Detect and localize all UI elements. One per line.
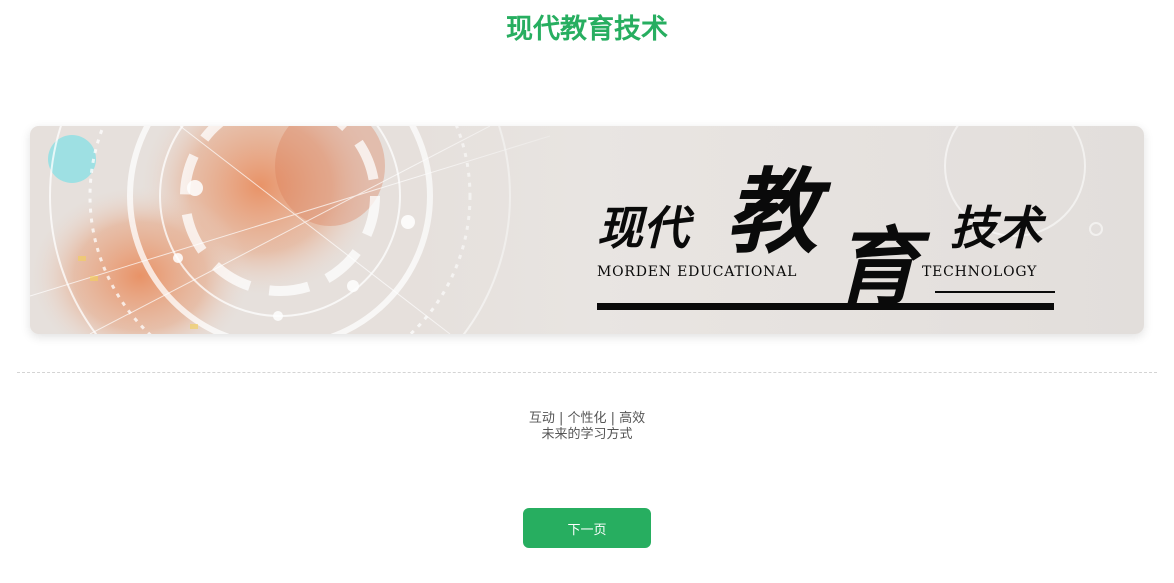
banner-subtitle-right: TECHNOLOGY	[922, 264, 1037, 280]
hero-banner: 现代 教 育 技术 MORDEN EDUCATIONAL TECHNOLOGY	[30, 126, 1144, 334]
banner-thin-underline	[935, 291, 1055, 293]
page-root: 现代教育技术 现代 教 育 技术 MORDEN EDUCATIONAL TECH…	[0, 0, 1174, 583]
tagline-line2: 未来的学习方式	[541, 427, 633, 442]
tagline: 互动 | 个性化 | 高效 未来的学习方式	[0, 411, 1174, 443]
banner-title-part1: 现代	[597, 201, 695, 255]
banner-subtitle-left: MORDEN EDUCATIONAL	[597, 264, 797, 280]
banner-title-part3: 育	[834, 217, 931, 316]
banner-thick-underline	[597, 303, 1054, 310]
banner-title-part2: 教	[726, 158, 832, 266]
page-title: 现代教育技术	[506, 14, 668, 45]
banner-graphic: 现代 教 育 技术 MORDEN EDUCATIONAL TECHNOLOGY	[30, 126, 1103, 334]
banner-background-image	[30, 126, 610, 334]
section-divider	[17, 372, 1157, 373]
tagline-line1: 互动 | 个性化 | 高效	[528, 411, 646, 426]
next-page-button[interactable]: 下一页	[523, 508, 651, 548]
banner-title-part4: 技术	[950, 201, 1047, 255]
